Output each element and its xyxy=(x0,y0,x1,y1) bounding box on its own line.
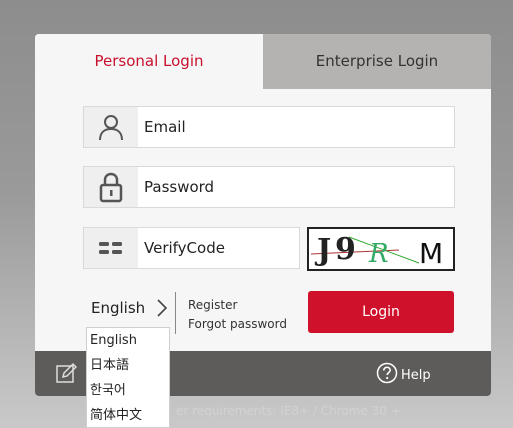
tab-enterprise-login[interactable]: Enterprise Login xyxy=(263,34,491,89)
language-dropdown: English 日本語 한국어 简体中文 xyxy=(86,327,170,428)
language-option[interactable]: English xyxy=(87,328,169,353)
email-field-value: Email xyxy=(144,118,186,136)
tab-personal-login[interactable]: Personal Login xyxy=(35,34,263,89)
verifycode-field[interactable]: VerifyCode xyxy=(83,227,300,269)
svg-text:R: R xyxy=(368,239,389,269)
password-field-value: Password xyxy=(144,178,215,196)
verifycode-field-value: VerifyCode xyxy=(144,239,225,257)
svg-text:9: 9 xyxy=(335,232,356,267)
svg-text:M: M xyxy=(419,237,443,269)
login-button[interactable]: Login xyxy=(308,291,454,333)
browser-requirements-text: er requirements: IE8+ / Chrome 30 + xyxy=(176,404,401,418)
account-links: Register Forgot password xyxy=(188,296,287,334)
lock-icon xyxy=(84,167,138,207)
divider xyxy=(175,292,176,334)
chevron-right-icon[interactable] xyxy=(156,297,168,324)
edit-icon[interactable] xyxy=(55,362,78,388)
captcha-image[interactable]: J 9 R M xyxy=(307,227,455,271)
help-link[interactable]: Help xyxy=(376,362,431,388)
help-icon xyxy=(376,362,398,388)
language-select[interactable]: English xyxy=(91,299,145,317)
help-label: Help xyxy=(401,367,431,383)
user-icon xyxy=(84,107,138,147)
language-option[interactable]: 简体中文 xyxy=(87,403,169,428)
forgot-password-link[interactable]: Forgot password xyxy=(188,315,287,334)
language-option[interactable]: 日本語 xyxy=(87,353,169,378)
password-field[interactable]: Password xyxy=(83,166,455,208)
language-option[interactable]: 한국어 xyxy=(87,378,169,403)
email-field[interactable]: Email xyxy=(83,106,455,148)
verifycode-icon xyxy=(84,228,138,268)
svg-text:J: J xyxy=(314,233,331,268)
register-link[interactable]: Register xyxy=(188,296,287,315)
